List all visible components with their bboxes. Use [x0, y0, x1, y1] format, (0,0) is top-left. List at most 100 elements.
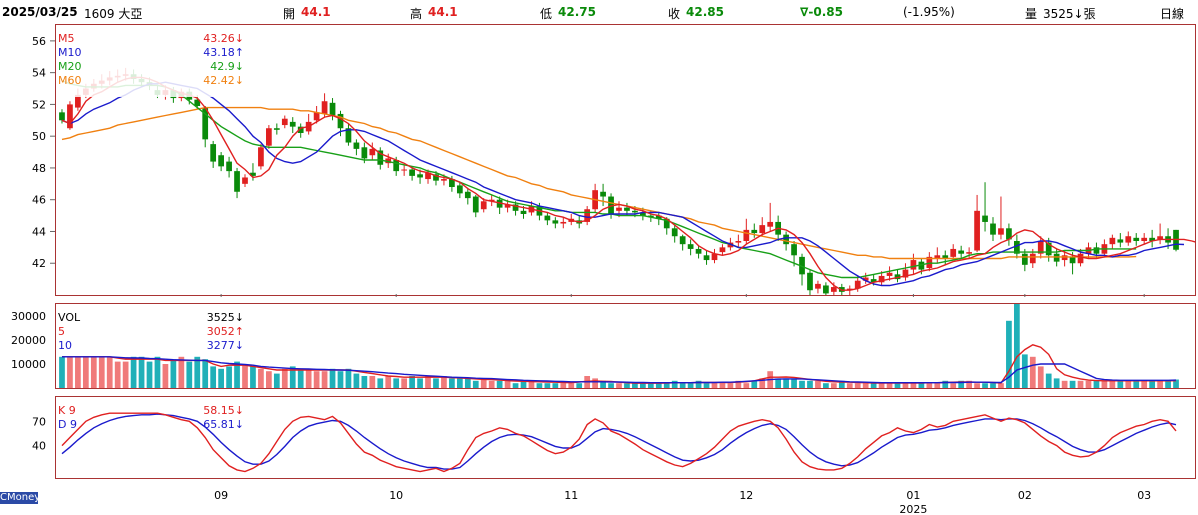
volume-bar — [751, 380, 758, 388]
candle-body — [1077, 253, 1084, 264]
volume-bar — [75, 356, 81, 388]
candle-body — [520, 210, 527, 214]
high-value: 44.1 — [428, 5, 458, 19]
volume-bar — [990, 383, 996, 388]
volume-bar — [361, 376, 368, 388]
ma-legend-label: M5 — [58, 32, 75, 45]
ma-legend-label: M20 — [58, 60, 82, 73]
volume-bar — [910, 383, 917, 388]
volume-legend-value: 3277↓ — [207, 339, 244, 352]
volume-bar — [568, 383, 575, 388]
price-tick-label: 50 — [32, 130, 46, 143]
candle-body — [1117, 239, 1124, 243]
volume-bar — [1157, 380, 1163, 388]
volume-bar — [273, 373, 280, 388]
candle-body — [783, 234, 789, 245]
ma-legend-label: M10 — [58, 46, 82, 59]
candle-body — [329, 102, 336, 116]
volume-bar — [560, 383, 567, 388]
volume-bar — [926, 383, 933, 388]
volume-bar — [1101, 380, 1108, 388]
volume-bar — [663, 383, 670, 388]
volume-bar — [576, 383, 583, 388]
volume-bar — [687, 383, 694, 388]
candle-body — [409, 169, 415, 176]
volume-bar — [178, 356, 185, 388]
period-label: 日線 — [1160, 7, 1185, 21]
volume-bar — [1045, 373, 1052, 388]
ma-legend-value: 42.42↓ — [203, 74, 244, 87]
candle-body — [258, 147, 264, 167]
volume-bar — [90, 356, 97, 388]
volume-bar — [313, 371, 320, 388]
month-label: 01 — [906, 489, 920, 502]
ma-legend-value: 43.18↑ — [203, 46, 244, 59]
candle-body — [950, 248, 957, 257]
volume-bar — [250, 366, 256, 388]
volume-bar — [1117, 380, 1124, 388]
volume-bar — [902, 383, 909, 388]
quote-date: 2025/03/25 — [2, 5, 78, 19]
candle-body — [281, 118, 288, 126]
candle-body — [632, 210, 638, 213]
high-label: 高 — [410, 7, 423, 21]
candle-body — [401, 169, 408, 171]
candle-body — [544, 215, 551, 221]
ma10-line — [61, 81, 1185, 287]
volume-bar — [1021, 354, 1028, 388]
candle-body — [687, 244, 694, 249]
volume-bar — [711, 383, 718, 388]
volume-bar — [671, 380, 678, 388]
volume-bar — [385, 376, 392, 388]
volume-legend-label: 10 — [58, 339, 72, 352]
volume-bar — [488, 380, 495, 388]
volume-bar — [703, 383, 710, 388]
volume-bar — [1014, 304, 1020, 388]
candlestick-chart: M5 43.26↓ M10 43.18↑ M20 42.9↓ M60 42.42↓ — [57, 27, 1198, 300]
price-change: ∇-0.85 — [800, 5, 843, 19]
candle-body — [751, 229, 758, 234]
volume-bar — [242, 364, 248, 388]
kd-panel: K 9 58.15↓ D 9 65.81↓ — [55, 396, 1196, 479]
volume-bar — [266, 371, 272, 388]
kd-legend-value: 58.15↓ — [203, 404, 244, 417]
candle-body — [1141, 237, 1148, 241]
candle-body — [695, 248, 702, 254]
volume-bar — [258, 368, 264, 388]
candle-body — [353, 142, 360, 149]
month-label: 12 — [739, 489, 753, 502]
close-label: 收 — [668, 7, 681, 21]
volume-bar — [647, 383, 654, 388]
candle-body — [234, 171, 240, 192]
volume-bar — [194, 356, 201, 388]
volume-bar — [130, 356, 137, 388]
volume-bar — [791, 378, 797, 388]
candle-body — [1125, 236, 1132, 243]
low-value: 42.75 — [558, 5, 596, 19]
candle-body — [958, 250, 965, 254]
volume-bar — [799, 380, 805, 388]
volume-bar — [98, 356, 105, 388]
volume-bar — [146, 361, 153, 388]
volume-bar — [512, 383, 519, 388]
volume-bar — [369, 376, 376, 388]
volume-bar — [862, 383, 869, 388]
volume-bar — [496, 380, 503, 388]
volume-value: 3525↓張 — [1043, 7, 1096, 21]
price-tick-label: 48 — [32, 162, 46, 175]
candle-body — [1109, 237, 1116, 245]
volume-bar — [377, 378, 384, 388]
volume-bar — [823, 383, 829, 388]
volume-bar — [106, 356, 113, 388]
volume-bar — [982, 383, 988, 388]
volume-bar — [1037, 366, 1044, 388]
price-panel: M5 43.26↓ M10 43.18↑ M20 42.9↓ M60 42.42↓ — [55, 24, 1198, 300]
volume-bar — [934, 383, 941, 388]
candle-body — [1053, 253, 1060, 262]
volume-bar — [417, 378, 423, 388]
volume-bar — [186, 361, 193, 388]
volume-bar — [82, 356, 89, 388]
volume-bar — [830, 383, 837, 388]
volume-panel: VOL 3525↓ 5 3052↑ 10 3277↓ — [55, 303, 1196, 389]
volume-bar — [950, 383, 957, 388]
